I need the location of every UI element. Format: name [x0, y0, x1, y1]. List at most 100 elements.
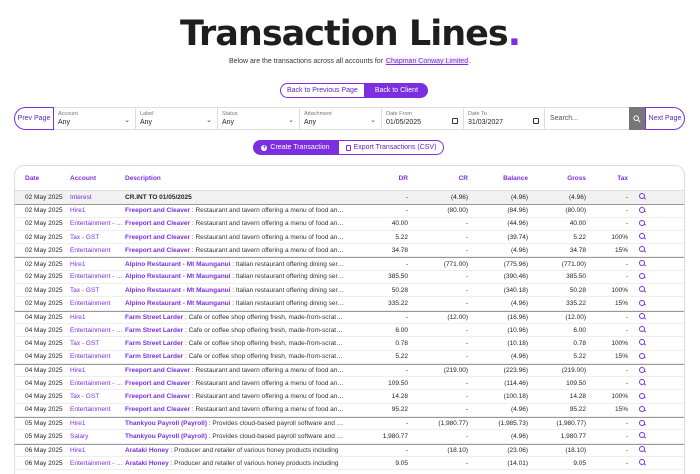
- view-transaction-button[interactable]: [630, 339, 654, 347]
- column-header-tax[interactable]: Tax: [588, 175, 630, 182]
- view-transaction-button[interactable]: [630, 219, 654, 228]
- create-transaction-button[interactable]: + Create Transaction: [253, 140, 338, 155]
- cell-description-name[interactable]: Farm Street Larder: [125, 327, 183, 334]
- cell-description-name[interactable]: Farm Street Larder: [125, 314, 183, 321]
- search-input[interactable]: Search...: [545, 107, 629, 130]
- cell-description-name[interactable]: Arataki Honey: [125, 447, 169, 454]
- table-row[interactable]: 04 May 2025 Entertainment Farm Street Lard…: [15, 351, 684, 364]
- client-link[interactable]: Chapman Conway Limited: [384, 58, 470, 65]
- table-row[interactable]: 05 May 2025 Hire1 Thankyou Payroll (Payrol…: [15, 417, 684, 431]
- date-to-filter[interactable]: Date To 31/03/2027: [464, 107, 545, 130]
- cell-description-name[interactable]: Thankyou Payroll (Payroll): [125, 420, 207, 427]
- table-row[interactable]: 04 May 2025 Tax - GST Farm Street Larder :…: [15, 337, 684, 351]
- search-button[interactable]: [629, 107, 645, 130]
- table-row[interactable]: 04 May 2025 Tax - GST Freeport and Cleaver…: [15, 390, 684, 404]
- view-transaction-button[interactable]: [630, 379, 654, 387]
- cell-account[interactable]: Entertainment: [70, 300, 125, 307]
- table-row[interactable]: 02 May 2025 Entertainment - ClientAlpino …: [15, 271, 684, 285]
- column-header-description[interactable]: Description: [125, 175, 345, 182]
- table-row[interactable]: 02 May 2025 Interest CR.INT TO 01/05/2025 -…: [15, 191, 684, 205]
- cell-account[interactable]: Entertainment - Client: [70, 460, 125, 467]
- cell-account[interactable]: Hire1: [70, 261, 125, 268]
- column-header-cr[interactable]: CR: [410, 175, 470, 182]
- view-transaction-button[interactable]: [630, 193, 654, 201]
- next-page-button[interactable]: Next Page: [645, 107, 685, 130]
- label-filter[interactable]: Label Any ⌄: [136, 107, 218, 130]
- table-row[interactable]: 04 May 2025 Entertainment Freeport and Cle…: [15, 404, 684, 418]
- cell-description-name[interactable]: Farm Street Larder: [125, 353, 183, 360]
- back-to-client-button[interactable]: Back to Client: [364, 83, 429, 98]
- view-transaction-button[interactable]: [630, 233, 654, 241]
- cell-description-name[interactable]: Freeport and Cleaver: [125, 220, 190, 227]
- view-transaction-button[interactable]: [630, 392, 654, 401]
- cell-account[interactable]: Salary: [70, 433, 125, 440]
- view-transaction-button[interactable]: [630, 260, 654, 268]
- cell-description-name[interactable]: Alpino Restaurant - Mt Maunganui: [125, 273, 230, 280]
- cell-description-name[interactable]: Freeport and Cleaver: [125, 234, 190, 241]
- view-transaction-button[interactable]: [630, 313, 654, 321]
- table-row[interactable]: 02 May 2025 Entertainment Alpino Restauran…: [15, 297, 684, 311]
- account-filter[interactable]: Account Any ⌄: [54, 107, 136, 130]
- table-row[interactable]: 02 May 2025 Hire1 Alpino Restaurant - Mt M…: [15, 257, 684, 271]
- view-transaction-button[interactable]: [630, 272, 654, 281]
- cell-account[interactable]: Tax - GST: [70, 340, 125, 347]
- cell-description-name[interactable]: Alpino Restaurant - Mt Maunganui: [125, 287, 230, 294]
- cell-account[interactable]: Entertainment - Client: [70, 327, 125, 334]
- table-row[interactable]: 06 May 2025 Hire1 Arataki Honey : Producer…: [15, 443, 684, 457]
- cell-account[interactable]: Hire1: [70, 314, 125, 321]
- view-transaction-button[interactable]: [630, 405, 654, 414]
- cell-description-name[interactable]: Freeport and Cleaver: [125, 367, 190, 374]
- table-row[interactable]: 02 May 2025 Hire1 Freeport and Cleaver : R…: [15, 204, 684, 218]
- cell-account[interactable]: Entertainment: [70, 247, 125, 254]
- table-row[interactable]: 02 May 2025 Tax - GST Freeport and Cleaver…: [15, 231, 684, 245]
- column-header-balance[interactable]: Balance: [470, 175, 530, 182]
- date-from-filter[interactable]: Date From 01/05/2025: [382, 107, 464, 130]
- cell-description-name[interactable]: Freeport and Cleaver: [125, 406, 190, 413]
- cell-account[interactable]: Tax - GST: [70, 287, 125, 294]
- export-transactions-button[interactable]: Export Transactions (CSV): [338, 140, 444, 155]
- view-transaction-button[interactable]: [630, 366, 654, 375]
- status-filter[interactable]: Status Any ⌄: [218, 107, 300, 130]
- column-header-account[interactable]: Account: [70, 175, 125, 182]
- cell-account[interactable]: Entertainment: [70, 353, 125, 360]
- cell-account[interactable]: Hire1: [70, 367, 125, 374]
- table-row[interactable]: 05 May 2025 Salary Thankyou Payroll (Payro…: [15, 430, 684, 444]
- view-transaction-button[interactable]: [630, 419, 654, 428]
- cell-account[interactable]: Hire1: [70, 420, 125, 427]
- cell-description-name[interactable]: Freeport and Cleaver: [125, 207, 190, 214]
- column-header-dr[interactable]: DR: [345, 175, 410, 182]
- view-transaction-button[interactable]: [630, 446, 654, 454]
- view-transaction-button[interactable]: [630, 459, 654, 467]
- cell-description-name[interactable]: Alpino Restaurant - Mt Maunganui: [125, 261, 230, 268]
- view-transaction-button[interactable]: [630, 206, 654, 215]
- table-row[interactable]: 02 May 2025 Entertainment Freeport and Cle…: [15, 244, 684, 258]
- cell-account[interactable]: Tax - GST: [70, 393, 125, 400]
- cell-description-name[interactable]: Freeport and Cleaver: [125, 393, 190, 400]
- cell-description-name[interactable]: Arataki Honey: [125, 460, 169, 467]
- cell-account[interactable]: Tax - GST: [70, 234, 125, 241]
- view-transaction-button[interactable]: [630, 246, 654, 254]
- view-transaction-button[interactable]: [630, 286, 654, 294]
- attachment-filter[interactable]: Attachment Any ⌄: [300, 107, 382, 130]
- cell-account[interactable]: Entertainment - Client: [70, 380, 125, 387]
- view-transaction-button[interactable]: [630, 326, 654, 334]
- prev-page-button[interactable]: Prev Page: [14, 107, 54, 130]
- table-row[interactable]: 02 May 2025 Tax - GST Alpino Restaurant - …: [15, 284, 684, 298]
- table-row[interactable]: 06 May 2025 Entertainment - ClientArataki…: [15, 457, 684, 471]
- table-row[interactable]: 04 May 2025 Entertainment - ClientFarm St…: [15, 324, 684, 338]
- cell-account[interactable]: Hire1: [70, 207, 125, 214]
- cell-description-name[interactable]: CR.INT TO 01/05/2025: [125, 194, 192, 201]
- cell-description-name[interactable]: Freeport and Cleaver: [125, 380, 190, 387]
- view-transaction-button[interactable]: [630, 432, 654, 440]
- cell-account[interactable]: Entertainment - Client: [70, 273, 125, 280]
- calendar-icon[interactable]: [533, 118, 539, 124]
- column-header-gross[interactable]: Gross: [530, 175, 588, 182]
- view-transaction-button[interactable]: [630, 299, 654, 308]
- cell-account[interactable]: Hire1: [70, 447, 125, 454]
- cell-account[interactable]: Entertainment - Client: [70, 220, 125, 227]
- view-transaction-button[interactable]: [630, 352, 654, 361]
- column-header-date[interactable]: Date: [15, 175, 70, 182]
- cell-description-name[interactable]: Thankyou Payroll (Payroll): [125, 433, 207, 440]
- back-to-previous-page-button[interactable]: Back to Previous Page: [280, 83, 365, 98]
- cell-description-name[interactable]: Freeport and Cleaver: [125, 247, 190, 254]
